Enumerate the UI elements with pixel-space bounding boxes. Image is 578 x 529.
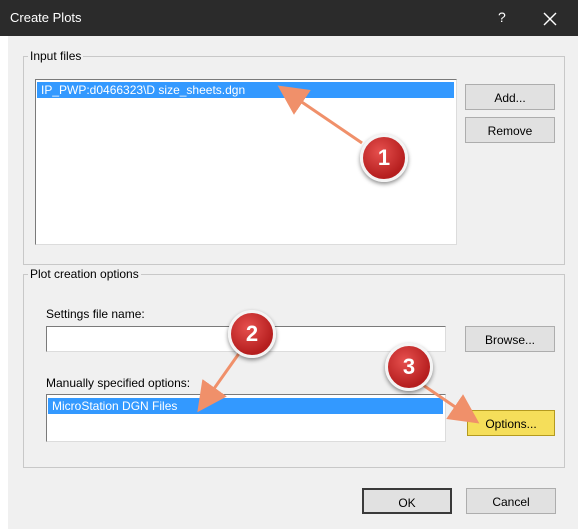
- annotation-badge-3: 3: [385, 343, 433, 391]
- manual-options-list[interactable]: MicroStation DGN Files: [46, 394, 446, 442]
- input-files-group-label: Input files: [28, 49, 84, 63]
- list-item[interactable]: MicroStation DGN Files: [48, 398, 443, 414]
- annotation-badge-1: 1: [360, 134, 408, 182]
- remove-button[interactable]: Remove: [465, 117, 555, 143]
- dialog-body: Input files IP_PWP:d0466323\D size_sheet…: [8, 36, 578, 529]
- list-item[interactable]: IP_PWP:d0466323\D size_sheets.dgn: [37, 82, 454, 98]
- options-button[interactable]: Options...: [467, 410, 555, 436]
- add-button[interactable]: Add...: [465, 84, 555, 110]
- window-title: Create Plots: [10, 10, 82, 25]
- cancel-button[interactable]: Cancel: [466, 488, 556, 514]
- close-icon[interactable]: [542, 11, 558, 27]
- browse-button-label: Browse...: [484, 333, 535, 347]
- ok-button[interactable]: OK: [362, 488, 452, 514]
- add-button-label: Add...: [494, 91, 526, 105]
- options-button-label: Options...: [485, 417, 537, 431]
- settings-file-label: Settings file name:: [46, 307, 145, 321]
- manual-options-label: Manually specified options:: [46, 376, 191, 390]
- browse-button[interactable]: Browse...: [465, 326, 555, 352]
- annotation-badge-2: 2: [228, 310, 276, 358]
- cancel-button-label: Cancel: [492, 495, 530, 509]
- remove-button-label: Remove: [487, 124, 533, 138]
- ok-button-label: OK: [398, 496, 416, 510]
- plot-options-group-label: Plot creation options: [28, 267, 141, 281]
- help-button[interactable]: ?: [498, 9, 506, 25]
- title-bar: Create Plots ?: [0, 0, 578, 36]
